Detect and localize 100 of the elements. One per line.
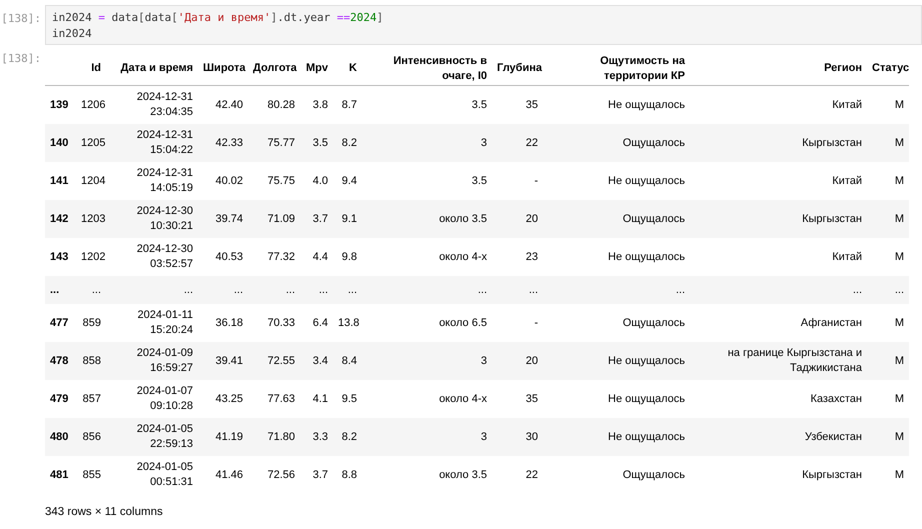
table-cell: Кыргызстан bbox=[802, 136, 862, 150]
table-cell: 3.8 bbox=[312, 98, 328, 110]
table-cell: 13.8 bbox=[338, 316, 360, 328]
column-header: Дата и время bbox=[120, 62, 193, 74]
table-cell: около 4-х bbox=[439, 250, 487, 262]
table-cell: 72.56 bbox=[267, 468, 295, 480]
table-cell: Казахстан bbox=[810, 392, 862, 406]
table-cell: M bbox=[894, 174, 904, 186]
table-cell: 858 bbox=[82, 354, 101, 366]
row-index: 481 bbox=[50, 468, 68, 480]
table-cell: 41.19 bbox=[215, 430, 243, 442]
code-line: in2024 bbox=[52, 26, 92, 42]
table-cell: 3 bbox=[480, 354, 487, 366]
table-cell: 39.41 bbox=[215, 354, 243, 366]
table-cell: 1203 bbox=[81, 212, 106, 224]
table-cell-text: 2024-01-09 16:59:27 bbox=[136, 346, 193, 376]
table-cell: 23 bbox=[526, 250, 538, 262]
table-cell: 75.75 bbox=[267, 174, 295, 186]
table-cell: 3.4 bbox=[312, 354, 328, 366]
table-cell: 9.8 bbox=[342, 250, 357, 262]
table-cell: 8.8 bbox=[342, 468, 357, 480]
column-header: Долгота bbox=[253, 62, 297, 74]
row-index: 479 bbox=[50, 392, 68, 404]
table-cell: 3.5 bbox=[312, 136, 328, 148]
table-cell: Китай bbox=[832, 250, 862, 264]
table-summary: 343 rows × 11 columns bbox=[45, 506, 163, 520]
table-cell: Ощущалось bbox=[622, 316, 685, 328]
table-cell: Кыргызстан bbox=[802, 468, 862, 482]
table-cell-text: 2024-12-30 03:52:57 bbox=[136, 242, 193, 272]
column-header: Id bbox=[91, 62, 101, 74]
table-cell: около 3.5 bbox=[439, 468, 487, 480]
row-index: 143 bbox=[50, 250, 68, 262]
table-cell: 3.3 bbox=[312, 430, 328, 442]
table-cell: M bbox=[894, 316, 904, 328]
table-cell: 1205 bbox=[81, 136, 106, 148]
table-cell: около 3.5 bbox=[439, 212, 487, 224]
table-cell-text: на границе Кыргызстана и Таджикистана bbox=[726, 346, 862, 376]
table-cell: 8.2 bbox=[342, 136, 357, 148]
table-cell-text: 2024-12-31 15:04:22 bbox=[136, 128, 193, 158]
table-cell: 35 bbox=[526, 392, 538, 404]
table-cell: ... bbox=[184, 284, 193, 296]
table-cell: около 4-х bbox=[439, 392, 487, 404]
table-cell: ... bbox=[348, 284, 357, 296]
table-cell: 77.63 bbox=[267, 392, 295, 404]
table-cell: Ощущалось bbox=[622, 136, 685, 148]
table-cell: M bbox=[894, 98, 904, 110]
table-cell: 9.1 bbox=[342, 212, 357, 224]
table-cell: M bbox=[894, 250, 904, 262]
table-cell-text: 2024-01-07 09:10:28 bbox=[136, 384, 193, 414]
table-cell: ... bbox=[286, 284, 295, 296]
table-cell: 41.46 bbox=[215, 468, 243, 480]
row-index: ... bbox=[50, 284, 60, 296]
table-cell-text: 2024-01-11 15:20:24 bbox=[136, 308, 193, 338]
table-cell: ... bbox=[894, 284, 904, 296]
table-cell: M bbox=[894, 354, 904, 366]
table-cell: 3.7 bbox=[312, 212, 328, 224]
cell-prompt: [138]: bbox=[0, 52, 42, 67]
table-cell-text: 2024-12-31 14:05:19 bbox=[136, 166, 193, 196]
row-index: 142 bbox=[50, 212, 68, 224]
table-cell: Ощущалось bbox=[622, 212, 685, 224]
table-cell: 20 bbox=[526, 212, 538, 224]
row-index: 139 bbox=[50, 98, 68, 110]
code-line: in2024 = data[data['Дата и время'].dt.year ==2024] bbox=[52, 10, 384, 26]
table-cell: ... bbox=[852, 282, 862, 298]
row-index: 140 bbox=[50, 136, 68, 148]
column-header: Регион bbox=[824, 62, 862, 74]
table-cell: около 6.5 bbox=[439, 316, 487, 328]
table-cell: Не ощущалось bbox=[608, 250, 685, 262]
row-index: 477 bbox=[50, 316, 68, 328]
table-cell: ... bbox=[478, 284, 487, 296]
table-cell: ... bbox=[676, 284, 685, 296]
column-header: Широта bbox=[203, 62, 246, 74]
table-cell: 4.0 bbox=[312, 174, 328, 186]
table-cell: 70.33 bbox=[267, 316, 295, 328]
table-cell: 8.7 bbox=[342, 98, 357, 110]
table-cell: M bbox=[894, 136, 904, 148]
table-cell: 22 bbox=[526, 468, 538, 480]
table-cell: 4.4 bbox=[312, 250, 328, 262]
table-cell: - bbox=[534, 316, 538, 328]
table-cell: ... bbox=[318, 284, 328, 296]
table-cell: Не ощущалось bbox=[608, 354, 685, 366]
table-cell-text: 2024-01-05 22:59:13 bbox=[136, 422, 193, 452]
table-cell: 36.18 bbox=[215, 316, 243, 328]
table-cell: 40.02 bbox=[215, 174, 243, 186]
table-cell: Китай bbox=[832, 98, 862, 112]
table-cell: 43.25 bbox=[215, 392, 243, 404]
table-cell: 856 bbox=[82, 430, 101, 442]
table-cell: 855 bbox=[82, 468, 101, 480]
table-cell: ... bbox=[528, 284, 538, 296]
table-cell: 8.4 bbox=[342, 354, 357, 366]
table-cell-text: 2024-01-05 00:51:31 bbox=[136, 460, 193, 490]
table-cell: 75.77 bbox=[267, 136, 295, 148]
table-cell: 3.5 bbox=[472, 174, 487, 186]
table-cell: 39.74 bbox=[215, 212, 243, 224]
table-cell: 3 bbox=[480, 430, 487, 442]
table-cell: Не ощущалось bbox=[608, 98, 685, 110]
column-header: Интенсивность в очаге, I0 bbox=[392, 54, 487, 84]
table-cell: 8.2 bbox=[342, 430, 357, 442]
code-editor[interactable]: in2024 = data[data['Дата и время'].dt.year ==2024] in2024 bbox=[45, 5, 922, 45]
table-cell: 9.5 bbox=[342, 392, 357, 404]
